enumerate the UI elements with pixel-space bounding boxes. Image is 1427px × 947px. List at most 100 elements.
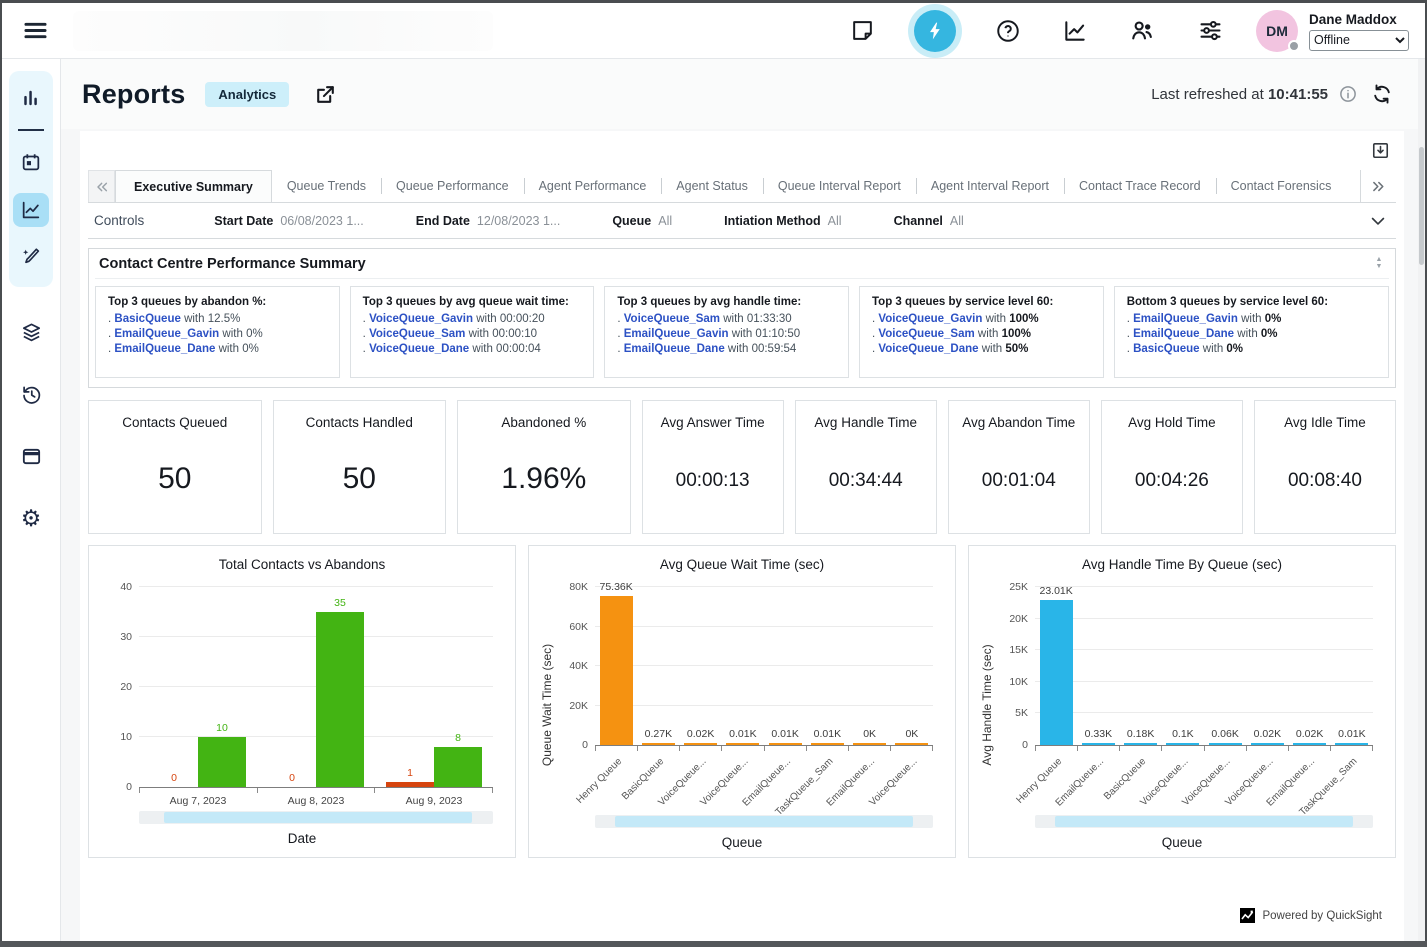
queue-link[interactable]: EmailQueue_Dane <box>114 343 215 355</box>
queue-link[interactable]: EmailQueue_Dane <box>624 343 725 355</box>
chart-scrollbar[interactable] <box>595 815 933 828</box>
tab-queue-performance[interactable]: Queue Performance <box>381 170 524 202</box>
chart-scrollbar-thumb[interactable] <box>1055 816 1352 827</box>
filter-intiation-method[interactable]: Intiation MethodAll <box>724 214 841 228</box>
bar <box>769 743 802 745</box>
filter-value: All <box>950 214 964 228</box>
queue-link[interactable]: EmailQueue_Dane <box>1133 328 1234 340</box>
queue-link[interactable]: BasicQueue <box>1133 343 1199 355</box>
download-icon[interactable] <box>1369 139 1392 162</box>
x-tick <box>1161 746 1203 751</box>
kpi-label: Avg Handle Time <box>814 415 917 430</box>
queue-link[interactable]: BasicQueue <box>114 313 180 325</box>
y-axis-label-text: Queue Wait Time (sec) <box>540 644 554 766</box>
history-icon[interactable] <box>13 377 49 411</box>
info-icon[interactable] <box>1337 83 1359 105</box>
tab-agent-interval-report[interactable]: Agent Interval Report <box>916 170 1064 202</box>
chart-total-contacts-vs-abandons: Total Contacts vs Abandons01020304001003… <box>88 545 516 858</box>
tabs-scroll-right-icon[interactable] <box>1360 170 1396 202</box>
chart-scrollbar-thumb[interactable] <box>164 812 472 823</box>
tab-executive-summary[interactable]: Executive Summary <box>115 170 272 202</box>
menu-icon[interactable] <box>20 15 51 46</box>
queue-link[interactable]: VoiceQueue_Gavin <box>369 313 473 325</box>
controls-collapse-icon[interactable] <box>1366 209 1390 233</box>
summary-scrollbar[interactable]: ▲▼ <box>1373 257 1385 270</box>
tab-queue-interval-report[interactable]: Queue Interval Report <box>763 170 916 202</box>
queue-link[interactable]: VoiceQueue_Gavin <box>878 313 982 325</box>
tab-contact-forensics[interactable]: Contact Forensics <box>1216 170 1347 202</box>
tab-agent-performance[interactable]: Agent Performance <box>524 170 662 202</box>
queue-link[interactable]: EmailQueue_Gavin <box>624 328 729 340</box>
help-icon[interactable] <box>993 16 1023 46</box>
x-axis-labels: Henry QueueBasicQueueVoiceQueue...VoiceQ… <box>595 753 933 811</box>
page-scrollbar[interactable] <box>1418 59 1425 941</box>
filter-start-date[interactable]: Start Date06/08/2023 1... <box>214 214 363 228</box>
tab-queue-trends[interactable]: Queue Trends <box>272 170 381 202</box>
kpi-label: Contacts Queued <box>122 415 227 430</box>
page-scrollbar-thumb[interactable] <box>1419 147 1424 265</box>
y-tick-label: 15K <box>1009 644 1028 656</box>
agents-icon[interactable] <box>1127 15 1158 46</box>
x-axis-ticks <box>139 788 493 793</box>
chart-scrollbar-thumb[interactable] <box>615 816 912 827</box>
page-title: Reports <box>82 79 185 110</box>
queue-link[interactable]: EmailQueue_Gavin <box>114 328 219 340</box>
y-tick-label: 10 <box>120 731 132 743</box>
tabs-scroll-left-icon[interactable] <box>88 170 115 202</box>
chart-scrollbar[interactable] <box>139 811 493 824</box>
summary-card-title: Top 3 queues by abandon %: <box>108 296 327 308</box>
annotate-brush-icon[interactable] <box>13 241 49 275</box>
refresh-icon[interactable] <box>1368 80 1396 108</box>
open-external-icon[interactable] <box>311 80 340 109</box>
summary-card-item: . EmailQueue_Dane with 00:59:54 <box>617 343 836 355</box>
quick-actions-bolt-icon[interactable] <box>914 10 956 52</box>
queue-link[interactable]: VoiceQueue_Sam <box>878 328 974 340</box>
window-icon[interactable] <box>13 439 49 473</box>
bars-layer: 01003518 <box>139 588 493 787</box>
calendar-icon[interactable] <box>13 145 49 179</box>
bar-group-aug-8-2023: 035 <box>257 588 375 787</box>
preferences-sliders-icon[interactable] <box>1195 15 1226 46</box>
page-header: Reports Analytics Last refreshed at 10:4… <box>61 59 1418 129</box>
chart-scrollbar[interactable] <box>1035 815 1373 828</box>
bar-column: 0K <box>895 728 928 745</box>
queue-link[interactable]: EmailQueue_Gavin <box>1133 313 1238 325</box>
queue-link[interactable]: VoiceQueue_Sam <box>369 328 465 340</box>
queue-link[interactable]: VoiceQueue_Dane <box>369 343 469 355</box>
tab-agent-status[interactable]: Agent Status <box>661 170 763 202</box>
avatar[interactable]: DM <box>1256 10 1298 52</box>
y-axis-label-text: Avg Handle Time (sec) <box>980 644 994 765</box>
agent-status-select[interactable]: Offline <box>1309 30 1409 51</box>
bar-column: 0.02K <box>1293 728 1326 745</box>
filter-value: All <box>658 214 672 228</box>
bar-value-label: 0.27K <box>645 728 672 740</box>
chart-body: Avg Handle Time (sec)05K10K15K20K25K23.0… <box>979 582 1385 828</box>
line-chart-icon[interactable] <box>13 193 49 227</box>
filter-queue[interactable]: QueueAll <box>612 214 672 228</box>
kpi-value: 00:08:40 <box>1288 470 1362 492</box>
kpi-avg-abandon-time: Avg Abandon Time00:01:04 <box>948 400 1090 534</box>
filter-label: End Date <box>416 214 470 228</box>
chart-body: Queue Wait Time (sec)020K40K60K80K75.36K… <box>539 582 945 828</box>
settings-gear-icon[interactable]: ⚙ <box>13 501 49 535</box>
bar-value-label: 0.01K <box>729 728 756 740</box>
bar-column: 0.33K <box>1082 728 1115 745</box>
x-label-text: Henry Queue <box>574 756 624 806</box>
filter-end-date[interactable]: End Date12/08/2023 1... <box>416 214 561 228</box>
x-tick <box>764 746 806 751</box>
bar-value-label: 0.01K <box>1338 728 1365 740</box>
bar-chart-icon[interactable] <box>13 81 49 115</box>
queue-link[interactable]: VoiceQueue_Dane <box>878 343 978 355</box>
layers-icon[interactable] <box>13 315 49 349</box>
bar-column: 0.02K <box>1251 728 1284 745</box>
metrics-icon[interactable] <box>1060 16 1090 46</box>
bar-value-label: 0.33K <box>1085 728 1112 740</box>
chart-title: Avg Queue Wait Time (sec) <box>539 557 945 572</box>
tab-contact-trace-record[interactable]: Contact Trace Record <box>1064 170 1216 202</box>
bar-value-label: 0.02K <box>1254 728 1281 740</box>
bar-value-label: 0 <box>171 772 177 784</box>
queue-link[interactable]: VoiceQueue_Sam <box>624 313 720 325</box>
notes-icon[interactable] <box>848 16 877 45</box>
bar-abandons <box>386 782 434 787</box>
filter-channel[interactable]: ChannelAll <box>894 214 964 228</box>
